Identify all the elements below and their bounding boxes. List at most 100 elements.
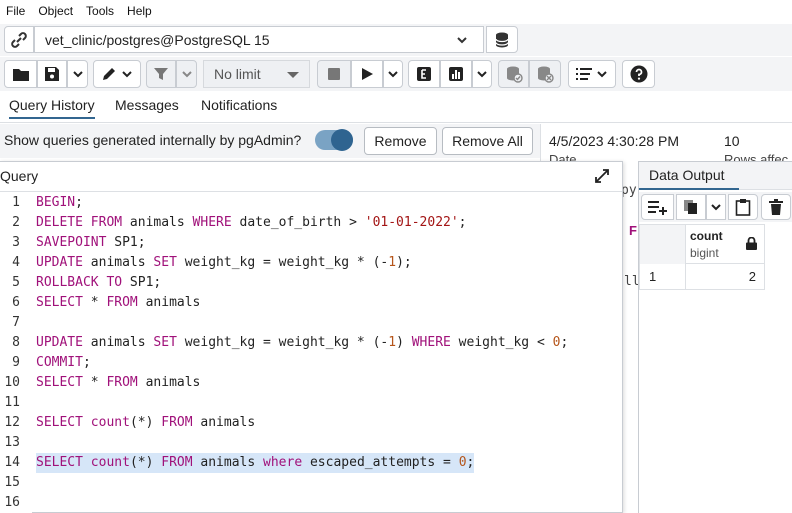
commit-button[interactable] — [498, 60, 529, 88]
expand-icon[interactable] — [594, 168, 610, 184]
menu-file[interactable]: File — [6, 4, 25, 18]
line-number: 10 — [4, 375, 20, 390]
sql-keyword: count — [90, 415, 130, 430]
sql-keyword: SELECT — [36, 295, 83, 310]
internal-queries-toggle[interactable] — [315, 129, 353, 151]
sql-token: * — [82, 375, 107, 390]
save-icon — [45, 67, 59, 81]
chevron-down-icon — [711, 204, 721, 211]
sql-editor[interactable]: 1 BEGIN; 2 DELETE FROM animals WHERE date_o… — [0, 193, 622, 513]
connection-select[interactable]: vet_clinic/postgres@PostgreSQL 15 — [34, 26, 484, 53]
sql-keyword: BEGIN — [36, 195, 76, 210]
code-line[interactable]: 1 BEGIN; — [0, 193, 622, 213]
code-line[interactable]: 16 — [0, 493, 622, 513]
tab-data-output[interactable]: Data Output — [649, 167, 725, 183]
add-row-button[interactable] — [641, 194, 674, 220]
code-line[interactable]: 11 — [0, 393, 622, 413]
line-number: 15 — [4, 475, 20, 490]
execute-options-dropdown[interactable] — [383, 60, 403, 88]
code-text: SELECT count(*) FROM animals — [36, 413, 255, 433]
data-output-tabbar: Data Output — [639, 162, 792, 190]
copy-button[interactable] — [676, 194, 706, 220]
macros-button[interactable] — [568, 60, 616, 88]
chevron-down-icon — [181, 71, 192, 78]
code-line[interactable]: 6 SELECT * FROM animals — [0, 293, 622, 313]
explain-button[interactable] — [408, 60, 440, 88]
count-cell[interactable]: 2 — [686, 264, 764, 289]
code-line[interactable]: 3 SAVEPOINT SP1; — [0, 233, 622, 253]
lock-icon — [746, 237, 757, 250]
history-entry-details: 4/5/2023 4:30:28 PM 10 Date Rows affec — [540, 124, 792, 164]
explain-options-dropdown[interactable] — [472, 60, 492, 88]
menu-help[interactable]: Help — [127, 4, 152, 18]
code-line[interactable]: 13 — [0, 433, 622, 453]
internal-queries-label: Show queries generated internally by pgA… — [4, 132, 302, 148]
sql-token: animals — [137, 295, 201, 310]
open-file-button[interactable] — [4, 60, 37, 88]
remove-button[interactable]: Remove — [364, 127, 437, 155]
sql-keyword: FROM — [161, 415, 193, 430]
delete-row-button[interactable] — [761, 194, 791, 220]
background-copy-fragment: py — [621, 183, 637, 198]
column-name: count — [690, 229, 723, 243]
paste-button[interactable] — [728, 194, 758, 220]
row-limit-select[interactable]: No limit — [203, 60, 310, 88]
filter-button[interactable] — [146, 60, 176, 88]
trash-icon — [769, 199, 783, 215]
chevron-down-icon — [477, 71, 487, 78]
pencil-icon — [103, 68, 115, 80]
remove-all-button[interactable]: Remove All — [442, 127, 533, 155]
history-rows-value: 10 — [724, 133, 740, 149]
sql-keyword: count — [90, 455, 130, 470]
line-number: 6 — [12, 295, 20, 310]
code-line[interactable]: 4 UPDATE animals SET weight_kg = weight_k… — [0, 253, 622, 273]
code-line[interactable]: 15 — [0, 473, 622, 493]
toggle-knob — [331, 129, 353, 151]
filter-options-dropdown[interactable] — [176, 60, 197, 88]
play-icon — [362, 68, 373, 80]
sql-keyword: SELECT — [36, 455, 83, 470]
filter-icon — [154, 68, 168, 80]
sql-keyword: SET — [153, 255, 177, 270]
save-options-dropdown[interactable] — [67, 60, 88, 88]
code-line[interactable]: 7 — [0, 313, 622, 333]
sql-keyword: DELETE FROM — [36, 215, 123, 230]
database-icon — [495, 32, 509, 47]
rollback-button[interactable] — [529, 60, 561, 88]
line-number: 11 — [4, 395, 20, 410]
line-number: 2 — [12, 215, 20, 230]
chevron-down-icon — [122, 71, 132, 78]
help-button[interactable] — [622, 60, 655, 88]
sql-keyword: SET — [153, 335, 177, 350]
data-output-toolbar — [639, 192, 792, 222]
sql-token: (*) — [129, 455, 162, 470]
edit-button[interactable] — [93, 60, 141, 88]
code-line[interactable]: 14 SELECT count(*) FROM animals where esc… — [0, 453, 622, 473]
code-line[interactable]: 10 SELECT * FROM animals — [0, 373, 622, 393]
save-file-button[interactable] — [37, 60, 67, 88]
new-connection-button[interactable] — [486, 26, 518, 53]
row-limit-value: No limit — [214, 66, 261, 82]
tab-notifications[interactable]: Notifications — [201, 97, 277, 113]
explain-analyze-button[interactable] — [440, 60, 472, 88]
stop-query-button[interactable] — [317, 60, 351, 88]
explain-icon — [417, 67, 431, 81]
code-line[interactable]: 12 SELECT count(*) FROM animals — [0, 413, 622, 433]
line-number: 9 — [12, 355, 20, 370]
menu-object[interactable]: Object — [38, 4, 73, 18]
code-line[interactable]: 8 UPDATE animals SET weight_kg = weight_k… — [0, 333, 622, 353]
sql-number: 0 — [458, 455, 467, 470]
query-toolbar: No limit — [0, 57, 792, 91]
menu-tools[interactable]: Tools — [86, 4, 114, 18]
code-line[interactable]: 9 COMMIT; — [0, 353, 622, 373]
code-line[interactable]: 2 DELETE FROM animals WHERE date_of_birth… — [0, 213, 622, 233]
connection-status-button[interactable] — [4, 26, 34, 53]
table-row[interactable]: 1 2 — [639, 264, 765, 290]
line-number: 14 — [4, 455, 20, 470]
copy-options-dropdown[interactable] — [706, 194, 726, 220]
code-line[interactable]: 5 ROLLBACK TO SP1; — [0, 273, 622, 293]
tab-messages[interactable]: Messages — [115, 97, 179, 113]
tab-query-history[interactable]: Query History — [9, 97, 95, 119]
execute-button[interactable] — [351, 60, 383, 88]
